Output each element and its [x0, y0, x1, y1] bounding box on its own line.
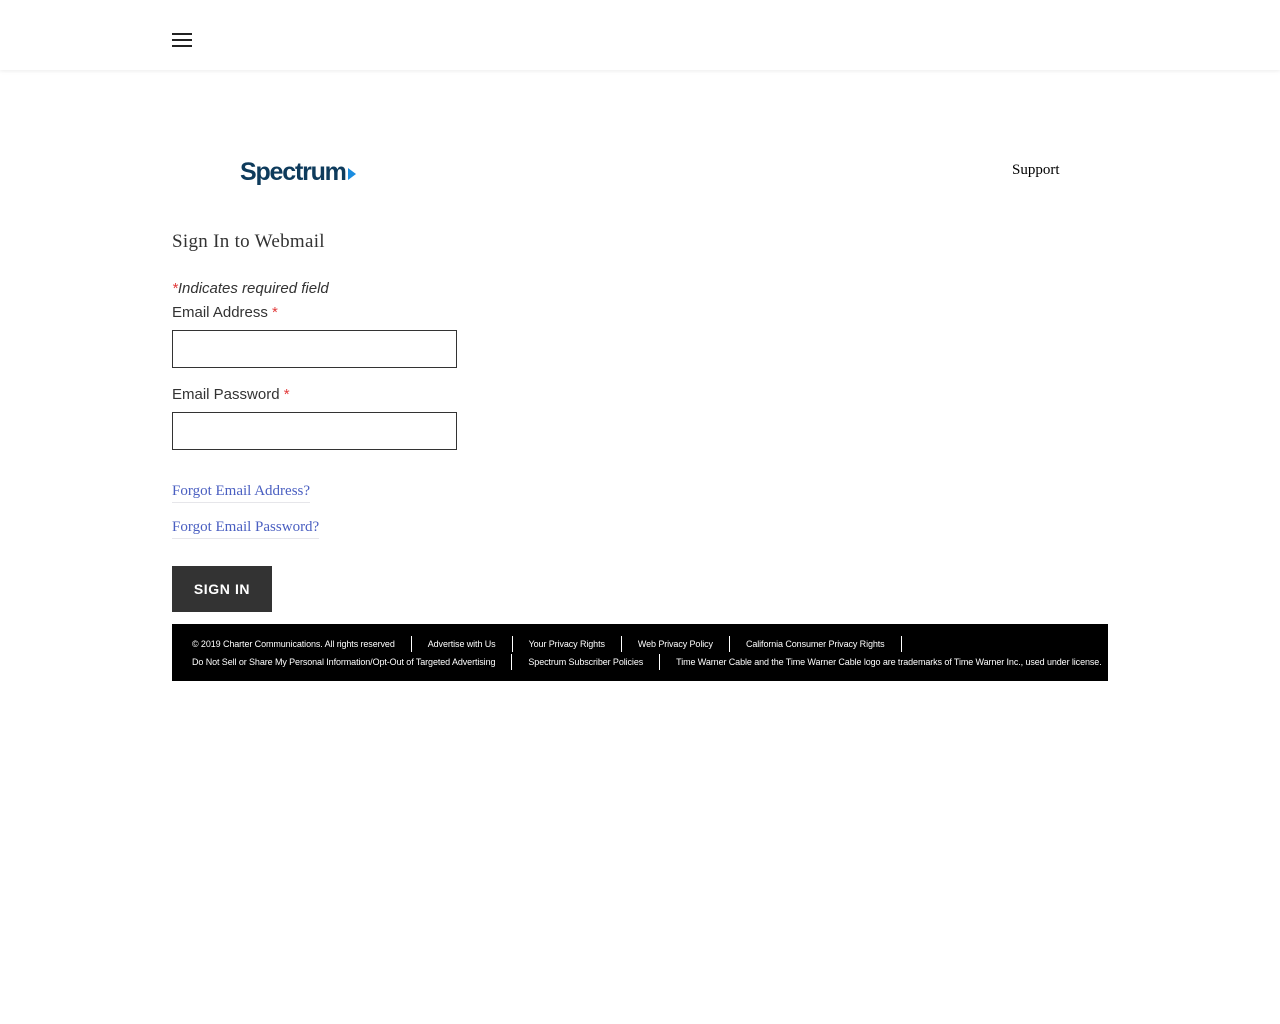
footer-row-1: © 2019 Charter Communications. All right… [192, 635, 1108, 653]
logo-arrow-icon [347, 168, 356, 180]
email-label-text: Email Address [172, 304, 268, 321]
footer-divider [620, 636, 622, 652]
sign-in-button[interactable]: SIGN IN [172, 566, 272, 612]
menu-line [172, 45, 192, 47]
email-address-label: Email Address * [172, 304, 278, 321]
spectrum-logo[interactable]: Spectrum [240, 156, 356, 188]
hamburger-menu-icon[interactable] [172, 33, 192, 47]
email-required-asterisk: * [272, 304, 278, 321]
privacy-rights-link[interactable]: Your Privacy Rights [529, 639, 605, 649]
menu-line [172, 39, 192, 41]
footer-divider [410, 636, 412, 652]
subscriber-policies-link[interactable]: Spectrum Subscriber Policies [528, 657, 643, 667]
footer-divider [511, 654, 513, 670]
required-note-text: Indicates required field [177, 280, 329, 297]
forgot-email-address-link[interactable]: Forgot Email Address? [172, 483, 311, 503]
footer-divider [659, 654, 661, 670]
footer-row-2: Do Not Sell or Share My Personal Informa… [192, 653, 1108, 671]
logo-text: Spectrum [240, 157, 347, 186]
forgot-email-password-link[interactable]: Forgot Email Password? [172, 519, 320, 539]
password-required-asterisk: * [283, 386, 290, 403]
password-label-text: Email Password [172, 386, 280, 403]
advertise-link[interactable]: Advertise with Us [428, 639, 496, 649]
support-link[interactable]: Support [1012, 162, 1060, 179]
top-navigation-bar [0, 0, 1280, 70]
footer-divider [728, 636, 730, 652]
do-not-sell-link[interactable]: Do Not Sell or Share My Personal Informa… [192, 657, 495, 667]
menu-line [172, 33, 192, 35]
web-privacy-policy-link[interactable]: Web Privacy Policy [638, 639, 713, 649]
required-field-note: *Indicates required field [172, 280, 329, 297]
email-password-input[interactable] [172, 412, 457, 450]
page-title: Sign In to Webmail [172, 231, 325, 252]
copyright-text: © 2019 Charter Communications. All right… [192, 639, 395, 649]
footer-divider [511, 636, 513, 652]
email-password-label: Email Password * [172, 386, 290, 403]
footer: © 2019 Charter Communications. All right… [172, 624, 1108, 681]
trademark-notice: Time Warner Cable and the Time Warner Ca… [676, 657, 1102, 667]
footer-divider [900, 636, 902, 652]
california-privacy-link[interactable]: California Consumer Privacy Rights [746, 639, 885, 649]
email-address-input[interactable] [172, 330, 457, 368]
